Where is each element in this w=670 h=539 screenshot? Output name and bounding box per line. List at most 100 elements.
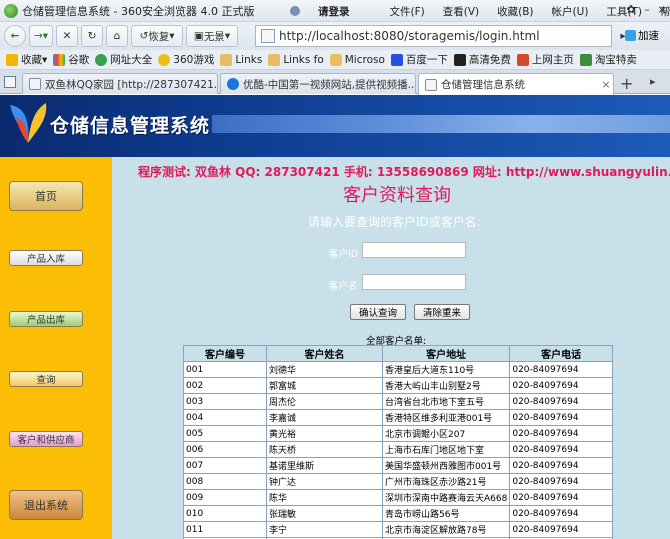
folder-icon [220, 53, 233, 66]
cell-customer-name: 李宁 [267, 522, 382, 537]
cell-customer-name: 陈天桥 [267, 442, 382, 457]
butterfly-logo-icon [10, 103, 47, 143]
taobao-icon [579, 53, 592, 66]
page-icon [425, 78, 437, 91]
table-header-row: 客户编号 客户姓名 客户地址 客户电话 [184, 346, 612, 361]
restore-icon: ↺ [139, 30, 149, 42]
refresh-button[interactable]: ↻ [81, 25, 103, 47]
customer-name-input[interactable] [362, 274, 466, 290]
table-row: 011 李宁 北京市海淀区解放路78号 020-84097694 [184, 522, 612, 537]
customer-id-input[interactable] [362, 242, 466, 258]
cell-customer-phone: 020-84097694 [510, 394, 612, 409]
tab-scroll-right-icon[interactable]: ▸ [650, 75, 656, 88]
tab-qq-home[interactable]: 双鱼林QQ家园 [http://287307421.q... [22, 73, 218, 94]
cell-customer-id: 009 [184, 490, 266, 505]
bookmark-directory[interactable]: 网址大全 [95, 52, 152, 67]
cell-customer-name: 李嘉诚 [267, 410, 382, 425]
stop-button[interactable]: ✕ [56, 25, 78, 47]
bookmark-taobao[interactable]: 淘宝特卖 [579, 52, 637, 67]
refresh-icon: ↻ [87, 30, 97, 42]
restore-button[interactable]: ↺ 恢复 ▾ [131, 25, 183, 47]
query-button[interactable]: 确认查询 [350, 304, 406, 320]
bookmark-microsoft[interactable]: Microso [329, 53, 385, 66]
tab-youku[interactable]: 优酷-中国第一视频网站,提供视频播... [220, 73, 416, 94]
menu-file[interactable]: 文件(F) [390, 4, 425, 19]
nav-query[interactable]: 查询 [9, 371, 83, 387]
table-row: 005 黄光裕 北京市调鲲小区207 020-84097694 [184, 426, 612, 441]
cell-customer-id: 003 [184, 394, 266, 409]
back-arrow-icon: ← [10, 30, 20, 42]
accelerate-icon [625, 30, 636, 41]
header-customer-phone: 客户电话 [510, 346, 612, 361]
table-row: 004 李嘉诚 香港特区维多利亚港001号 020-84097694 [184, 410, 612, 425]
table-row: 001 刘德华 香港皇后大道东110号 020-84097694 [184, 362, 612, 377]
no-image-button[interactable]: ▣ 无景 ▾ [186, 25, 238, 47]
folder-icon [268, 53, 281, 66]
stop-icon: ✕ [62, 30, 72, 42]
close-icon[interactable]: × [655, 3, 669, 17]
accelerate-button[interactable]: 加速 [625, 28, 659, 43]
bookmark-google[interactable]: 谷歌 [53, 52, 89, 67]
reset-button[interactable]: 清除重来 [414, 304, 470, 320]
cell-customer-id: 004 [184, 410, 266, 425]
menu-login[interactable]: 请登录 [290, 4, 368, 19]
cell-customer-phone: 020-84097694 [510, 378, 612, 393]
arrow-icon [516, 53, 529, 66]
home-icon: ⌂ [113, 30, 121, 42]
youku-icon [227, 78, 239, 90]
close-tab-icon[interactable]: × [599, 79, 613, 91]
bookmark-links-fo[interactable]: Links fo [268, 53, 324, 66]
new-tab-icon[interactable]: + [620, 74, 633, 93]
cell-customer-name: 刘德华 [267, 362, 382, 377]
bookmark-links[interactable]: Links [220, 53, 262, 66]
game-icon [158, 53, 171, 66]
address-bar[interactable]: http://localhost:8080/storagemis/login.h… [255, 25, 612, 47]
header-customer-id: 客户编号 [184, 346, 266, 361]
menu-favorites[interactable]: 收藏(B) [497, 4, 533, 19]
bookmarks-bar: 收藏 ▾ 谷歌 网址大全 360游戏 Links Links fo Microso… [0, 50, 670, 70]
cell-customer-address: 青岛市崂山路56号 [383, 506, 510, 521]
header-customer-name: 客户姓名 [267, 346, 382, 361]
customer-table: 客户编号 客户姓名 客户地址 客户电话 001 刘德华 香港皇后大道东110号 020… [183, 345, 613, 539]
customer-name-label: 客户名 [329, 281, 358, 292]
bookmark-360game[interactable]: 360游戏 [158, 52, 214, 67]
menu-account[interactable]: 帐户(U) [552, 4, 589, 19]
back-button[interactable]: ← [4, 25, 26, 47]
cell-customer-id: 011 [184, 522, 266, 537]
menu-view[interactable]: 查看(V) [443, 4, 479, 19]
skin-icon[interactable]: ✿ [624, 3, 638, 17]
bookmark-baidu[interactable]: 百度一下 [390, 52, 448, 67]
movie-icon [453, 53, 466, 66]
bookmark-hd[interactable]: 高清免费 [453, 52, 511, 67]
bookmark-favorites[interactable]: 收藏 ▾ [6, 52, 47, 67]
cell-customer-phone: 020-84097694 [510, 474, 612, 489]
cell-customer-id: 002 [184, 378, 266, 393]
tab-list-icon[interactable] [4, 76, 16, 88]
cell-customer-name: 黄光裕 [267, 426, 382, 441]
tab-storage-system[interactable]: 仓储管理信息系统 × [418, 73, 614, 95]
browser-title-bar: 仓储管理信息系统 - 360安全浏览器 4.0 正式版 请登录 文件(F) 查看… [0, 0, 670, 22]
cell-customer-phone: 020-84097694 [510, 362, 612, 377]
folder-icon [329, 53, 342, 66]
browser-logo-icon [4, 3, 18, 18]
cell-customer-id: 007 [184, 458, 266, 473]
cell-customer-phone: 020-84097694 [510, 410, 612, 425]
nav-product-out[interactable]: 产品出库 [9, 311, 83, 327]
cell-customer-address: 深圳市深南中路赛海云天A668 [383, 490, 510, 505]
paw-icon [390, 53, 403, 66]
address-url[interactable]: http://localhost:8080/storagemis/login.h… [279, 29, 540, 43]
nav-logout[interactable]: 退出系统 [9, 490, 83, 520]
query-prompt: 请输入要查询的客户ID或客户名: [308, 215, 481, 229]
nav-home[interactable]: 首页 [9, 181, 83, 211]
nav-customer-supplier[interactable]: 客户和供应商 [9, 431, 83, 447]
page-icon [29, 78, 41, 90]
nav-product-in[interactable]: 产品入库 [9, 250, 83, 266]
cell-customer-phone: 020-84097694 [510, 426, 612, 441]
minimize-icon[interactable]: – [640, 3, 654, 17]
left-nav-sidebar: 首页 产品入库 产品出库 查询 客户和供应商 退出系统 [0, 157, 112, 539]
home-button[interactable]: ⌂ [106, 25, 128, 47]
bookmark-homepage[interactable]: 上网主页 [516, 52, 574, 67]
forward-button[interactable]: →▾ [29, 25, 53, 47]
user-icon [290, 5, 300, 16]
google-icon [53, 53, 66, 66]
